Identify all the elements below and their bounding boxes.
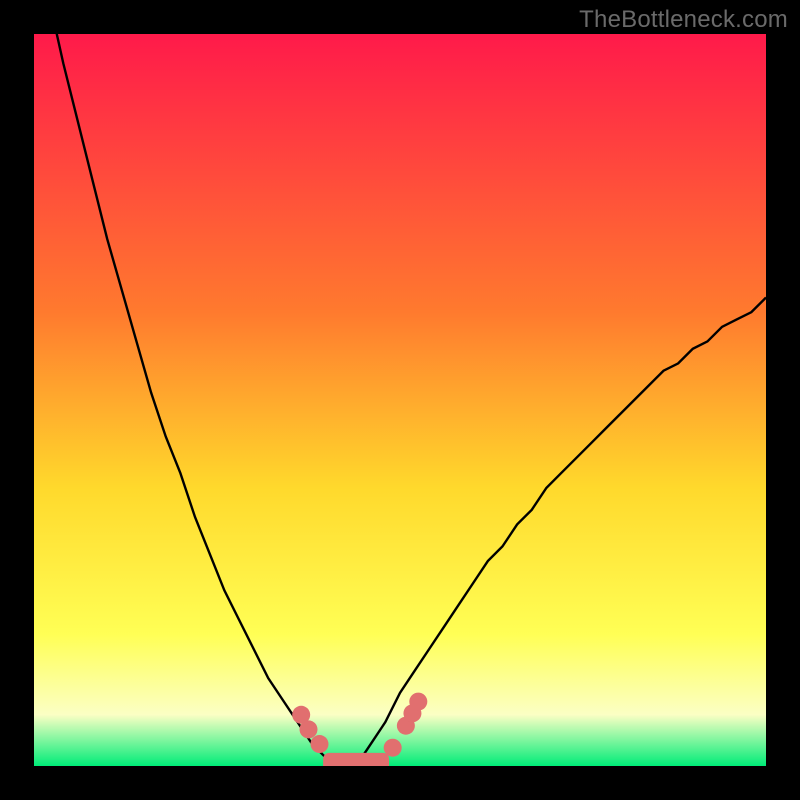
gradient-background xyxy=(34,34,766,766)
curve-marker xyxy=(310,735,328,753)
bottleneck-chart xyxy=(34,34,766,766)
curve-marker xyxy=(300,720,318,738)
chart-container: TheBottleneck.com xyxy=(0,0,800,800)
plot-area xyxy=(34,34,766,766)
curve-marker xyxy=(384,739,402,757)
watermark-text: TheBottleneck.com xyxy=(579,6,788,34)
curve-marker xyxy=(409,693,427,711)
